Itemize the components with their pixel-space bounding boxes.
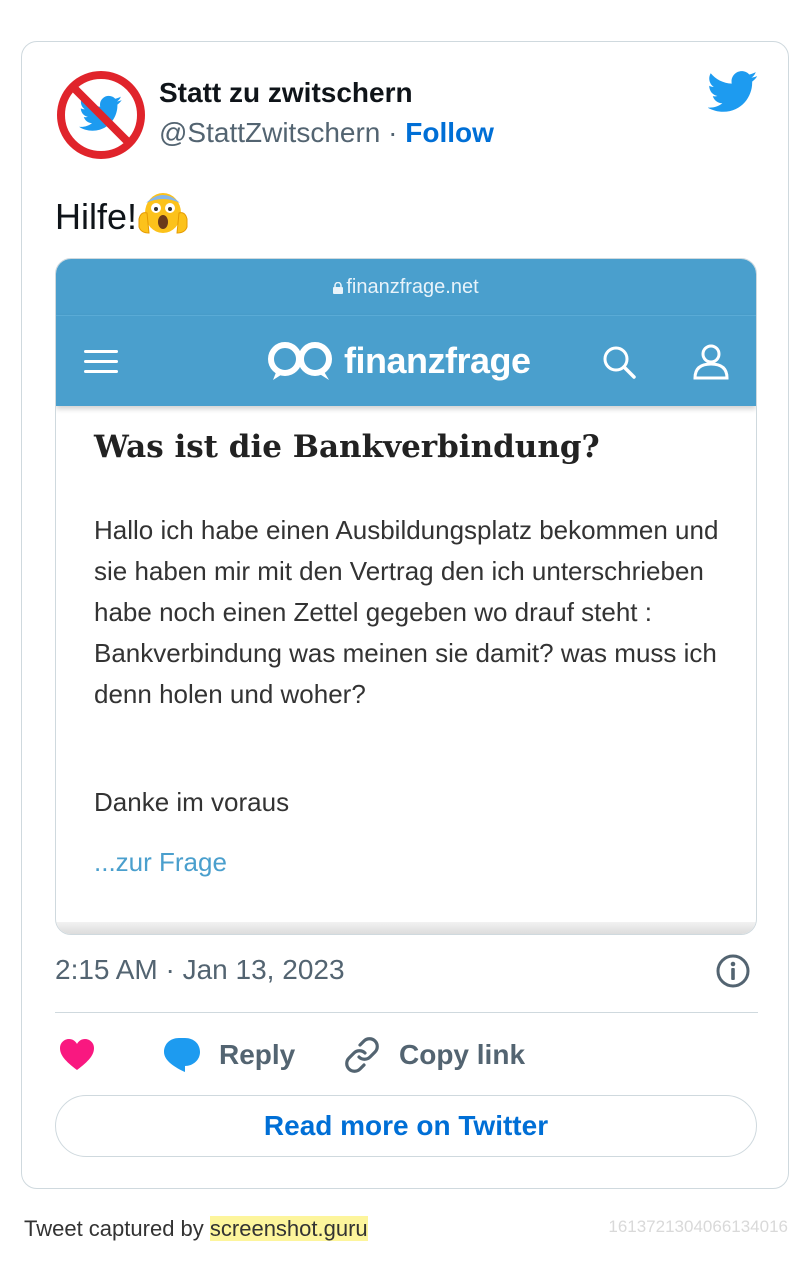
reply-label: Reply xyxy=(219,1039,296,1070)
follow-button[interactable]: Follow xyxy=(405,117,494,148)
captured-by-text: Tweet captured by screenshot.guru xyxy=(24,1216,368,1242)
tweet-text: Hilfe! xyxy=(55,189,189,238)
avatar[interactable] xyxy=(56,70,146,160)
face-screaming-in-fear-emoji-icon xyxy=(138,193,188,234)
copy-link-button[interactable]: Copy link xyxy=(343,1033,525,1077)
embedded-screenshot[interactable]: finanzfrage.net finanzfrage Was ist die … xyxy=(55,258,757,935)
site-header: finanzfrage xyxy=(56,315,756,406)
lock-icon xyxy=(333,282,344,294)
question-link: ...zur Frage xyxy=(94,847,227,877)
heart-icon xyxy=(60,1039,94,1070)
tweet-id: 1613721304066134016 xyxy=(608,1217,788,1236)
speech-bubble-icon xyxy=(164,1038,200,1072)
url-text: finanzfrage.net xyxy=(346,276,479,298)
captured-by-prefix: Tweet captured by xyxy=(24,1216,210,1241)
question-title: Was ist die Bankverbindung? xyxy=(94,429,600,465)
separator: · xyxy=(380,117,406,148)
browser-url-bar: finanzfrage.net xyxy=(56,259,756,315)
tweet-text-content: Hilfe! xyxy=(55,196,138,237)
question-thanks: Danke im voraus xyxy=(94,787,290,817)
site-logo: finanzfrage xyxy=(266,336,531,386)
copy-link-label: Copy link xyxy=(399,1039,526,1070)
author-display-name[interactable]: Statt zu zwitschern xyxy=(159,77,413,109)
divider xyxy=(55,1012,758,1013)
link-icon xyxy=(345,1037,379,1073)
author-handle-row: @StattZwitschern · Follow xyxy=(159,117,494,149)
info-icon[interactable] xyxy=(715,953,751,989)
user-icon xyxy=(693,344,729,380)
reply-button[interactable]: Reply xyxy=(163,1033,295,1077)
search-icon xyxy=(603,346,636,379)
screenshot-guru-link[interactable]: screenshot.guru xyxy=(209,1216,368,1241)
like-button[interactable] xyxy=(59,1033,95,1077)
twitter-bird-icon[interactable] xyxy=(708,71,758,113)
embed-bottom-edge xyxy=(56,922,756,934)
tweet-timestamp[interactable]: 2:15 AM · Jan 13, 2023 xyxy=(55,954,345,986)
question-body: Hallo ich habe einen Ausbildungsplatz be… xyxy=(94,515,719,709)
menu-icon xyxy=(84,350,118,376)
read-more-button[interactable]: Read more on Twitter xyxy=(55,1095,757,1157)
author-handle[interactable]: @StattZwitschern xyxy=(159,117,380,148)
site-name: finanzfrage xyxy=(344,340,531,381)
finanzfrage-logo-icon xyxy=(268,342,332,380)
